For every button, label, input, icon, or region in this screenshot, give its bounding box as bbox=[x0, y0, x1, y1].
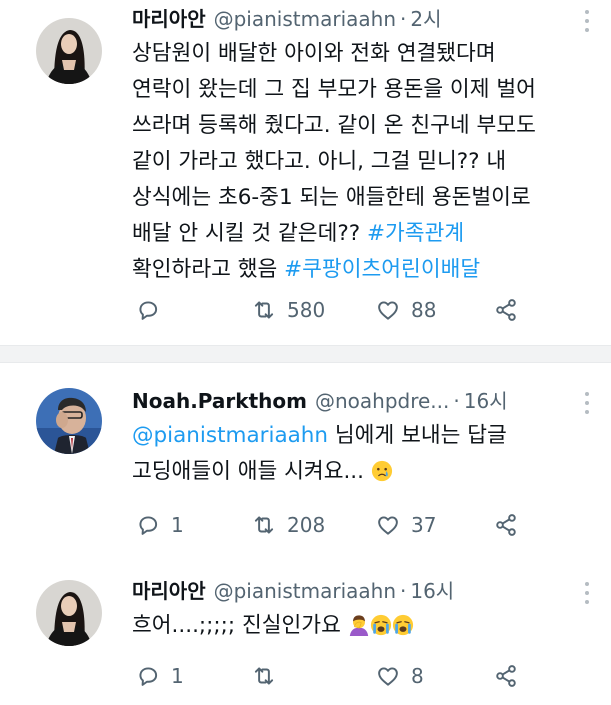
avatar[interactable] bbox=[36, 580, 102, 646]
tweet-line: 흐어....;;;;; 진실인가요 bbox=[132, 608, 577, 644]
like-button[interactable]: 8 bbox=[375, 661, 424, 691]
tweet-line-text: 고딩애들이 애들 시켜요... bbox=[132, 459, 371, 484]
tweet-line-text: 배달 안 시킬 것 같은데?? bbox=[132, 221, 368, 246]
display-name[interactable]: Noah.Parkthom bbox=[132, 389, 307, 413]
loudly-crying-face-emoji bbox=[392, 614, 413, 636]
like-count: 37 bbox=[411, 513, 437, 537]
reply-count: 1 bbox=[171, 513, 184, 537]
avatar-image bbox=[36, 388, 102, 454]
retweet-button[interactable]: 580 bbox=[251, 295, 325, 325]
like-count: 8 bbox=[411, 664, 424, 688]
tweet-1[interactable]: 마리아안 @pianistmariaahn · 2시 상담원이 배달한 아이와 전화 … bbox=[0, 0, 611, 345]
tweet-text: @pianistmariaahn 님에게 보내는 답글 고딩애들이 애들 시켜요… bbox=[132, 418, 577, 490]
like-count: 88 bbox=[411, 298, 437, 322]
tweet-line: 고딩애들이 애들 시켜요... bbox=[132, 454, 577, 490]
share-button[interactable] bbox=[493, 661, 519, 691]
tweet-line: 확인하라고 했음 #쿠팡이츠어린이배달 bbox=[132, 252, 577, 288]
timestamp[interactable]: 2시 bbox=[410, 7, 441, 31]
hashtag-link[interactable]: #가족관계 bbox=[367, 221, 464, 246]
tweet-line: 쓰라며 등록해 줬다고. 같이 온 친구네 부모도 bbox=[132, 113, 536, 138]
avatar[interactable] bbox=[36, 18, 102, 84]
timestamp[interactable]: 16시 bbox=[464, 389, 508, 413]
tweet-line: 같이 가라고 했다고. 아니, 그걸 믿니?? 내 bbox=[132, 149, 507, 174]
share-icon bbox=[496, 665, 516, 687]
retweet-count: 580 bbox=[287, 298, 326, 322]
separator-dot: · bbox=[400, 579, 407, 603]
tweet-text: 상담원이 배달한 아이와 전화 연결됐다며 연락이 왔는데 그 집 부모가 용돈… bbox=[132, 36, 577, 288]
reply-context: @pianistmariaahn 님에게 보내는 답글 bbox=[132, 418, 577, 454]
avatar-image bbox=[36, 580, 102, 646]
like-button[interactable]: 37 bbox=[375, 510, 436, 540]
tweet-text: 흐어....;;;;; 진실인가요 bbox=[132, 608, 577, 644]
loudly-crying-face-emoji bbox=[370, 614, 391, 636]
reply-count: 1 bbox=[171, 664, 184, 688]
tweet-2[interactable]: Noah.Parkthom @noahpdre... · 16시 @pianistma… bbox=[0, 363, 611, 558]
reply-button[interactable]: 1 bbox=[135, 661, 184, 691]
share-button[interactable] bbox=[493, 295, 519, 325]
tweet-header: 마리아안 @pianistmariaahn · 16시 bbox=[132, 576, 611, 606]
tweet-line-text: 확인하라고 했음 bbox=[132, 257, 285, 282]
retweet-button[interactable]: 208 bbox=[251, 510, 325, 540]
avatar[interactable] bbox=[36, 388, 102, 454]
retweet-icon bbox=[254, 516, 274, 534]
retweet-button[interactable] bbox=[251, 661, 287, 691]
user-handle[interactable]: @pianistmariaahn bbox=[214, 579, 396, 603]
heart-icon bbox=[378, 667, 398, 686]
tweet-line: 상담원이 배달한 아이와 전화 연결됐다며 bbox=[132, 41, 496, 66]
avatar-image bbox=[36, 18, 102, 84]
reply-icon bbox=[139, 667, 158, 686]
share-icon bbox=[496, 514, 516, 536]
reply-context-text: 님에게 보내는 답글 bbox=[328, 423, 507, 448]
tweet-line: 배달 안 시킬 것 같은데?? #가족관계 bbox=[132, 216, 577, 252]
retweet-icon bbox=[254, 301, 274, 319]
more-icon[interactable] bbox=[583, 582, 591, 608]
display-name[interactable]: 마리아안 bbox=[132, 7, 206, 31]
user-handle[interactable]: @pianistmariaahn bbox=[214, 7, 396, 31]
timestamp[interactable]: 16시 bbox=[410, 579, 454, 603]
hashtag-link[interactable]: #쿠팡이츠어린이배달 bbox=[284, 257, 480, 282]
retweet-count: 208 bbox=[287, 513, 326, 537]
tweet-line: 상식에는 초6-중1 되는 애들한테 용돈벌이로 bbox=[132, 185, 531, 210]
tweet-header: Noah.Parkthom @noahpdre... · 16시 bbox=[132, 386, 611, 416]
crying-face-emoji bbox=[371, 460, 392, 482]
heart-icon bbox=[378, 516, 398, 535]
user-handle[interactable]: @noahpdre... bbox=[315, 389, 449, 413]
reply-button[interactable] bbox=[135, 295, 171, 325]
thread-separator bbox=[0, 345, 611, 363]
reply-icon bbox=[139, 516, 158, 535]
tweet-line: 연락이 왔는데 그 집 부모가 용돈을 이제 벌어 bbox=[132, 77, 536, 102]
separator-dot: · bbox=[400, 7, 407, 31]
separator-dot: · bbox=[453, 389, 460, 413]
retweet-icon bbox=[254, 667, 274, 685]
share-button[interactable] bbox=[493, 510, 519, 540]
display-name[interactable]: 마리아안 bbox=[132, 579, 206, 603]
tweet-line-text: 흐어....;;;;; 진실인가요 bbox=[132, 613, 348, 638]
more-icon[interactable] bbox=[583, 392, 591, 418]
tweet-header: 마리아안 @pianistmariaahn · 2시 bbox=[132, 4, 611, 34]
person-facepalming-emoji bbox=[349, 615, 368, 636]
like-button[interactable]: 88 bbox=[375, 295, 436, 325]
reply-button[interactable]: 1 bbox=[135, 510, 184, 540]
tweet-3[interactable]: 마리아안 @pianistmariaahn · 16시 흐어....;;;;; 진실인… bbox=[0, 558, 611, 705]
more-icon[interactable] bbox=[583, 10, 591, 36]
reply-icon bbox=[139, 301, 158, 320]
share-icon bbox=[496, 299, 516, 321]
heart-icon bbox=[378, 301, 398, 320]
mention-link[interactable]: @pianistmariaahn bbox=[132, 423, 328, 448]
